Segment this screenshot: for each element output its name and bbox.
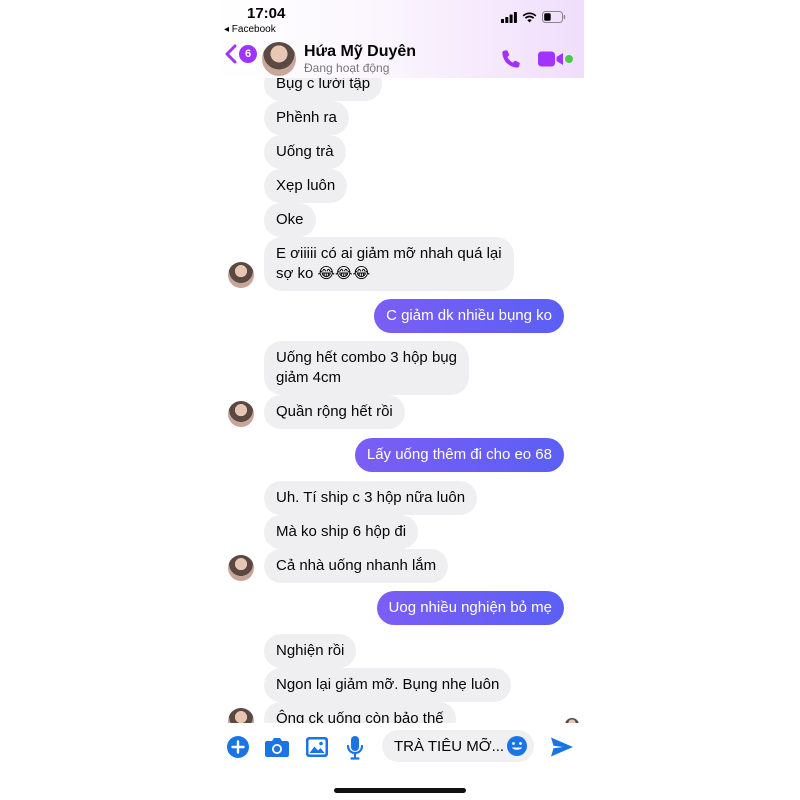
messenger-screen: Bụg c lười tập Phềnh ra Uống trà Xẹp luô… bbox=[216, 0, 584, 800]
back-button[interactable]: 6 bbox=[224, 44, 257, 64]
message-bubble-incoming[interactable]: Xẹp luôn bbox=[264, 169, 348, 203]
photo-gallery-icon[interactable] bbox=[305, 735, 329, 759]
message-bubble-outgoing[interactable]: Lấy uống thêm đi cho eo 68 bbox=[354, 438, 564, 472]
message-input-value: TRÀ TIÊU MỠ... bbox=[394, 737, 505, 755]
sender-avatar[interactable] bbox=[228, 262, 254, 288]
contact-status: Đang hoạt động bbox=[304, 61, 390, 75]
message-bubble-outgoing[interactable]: Uog nhiều nghiện bỏ mẹ bbox=[376, 591, 564, 625]
chat-header: 17:04 ◂ Facebook 6 Hứa Mỹ Duyên Đang hoạ… bbox=[216, 0, 584, 78]
battery-icon bbox=[542, 11, 566, 23]
message-bubble-incoming[interactable]: Mà ko ship 6 hộp đi bbox=[264, 515, 419, 549]
sender-avatar[interactable] bbox=[228, 401, 254, 427]
message-bubble-outgoing[interactable]: C giảm dk nhiều bụng ko bbox=[374, 299, 564, 333]
message-bubble-incoming[interactable]: E ơiiiii có ai giảm mỡ nhah quá lại sợ k… bbox=[264, 237, 514, 291]
phone-call-icon[interactable] bbox=[500, 48, 522, 70]
status-icons bbox=[501, 11, 566, 23]
microphone-icon[interactable] bbox=[346, 735, 364, 761]
message-bubble-incoming[interactable]: Uống trà bbox=[264, 135, 346, 169]
message-bubble-incoming[interactable]: Cả nhà uống nhanh lắm bbox=[264, 549, 449, 583]
home-indicator[interactable] bbox=[334, 788, 466, 793]
message-input[interactable]: TRÀ TIÊU MỠ... bbox=[382, 730, 534, 762]
online-status-dot bbox=[565, 55, 573, 63]
camera-icon[interactable] bbox=[264, 735, 290, 759]
back-to-facebook-link[interactable]: ◂ Facebook bbox=[224, 24, 276, 35]
message-bubble-incoming[interactable]: Phềnh ra bbox=[264, 101, 349, 135]
emoji-icon[interactable] bbox=[506, 735, 528, 757]
message-line: Uống hết combo 3 hộp bụg bbox=[276, 349, 457, 366]
send-icon[interactable] bbox=[550, 736, 574, 758]
message-line: giảm 4cm bbox=[276, 369, 342, 386]
message-bubble-incoming[interactable]: Quần rộng hết rồi bbox=[264, 395, 405, 429]
unread-count-badge: 6 bbox=[239, 45, 257, 63]
message-line: sợ ko 😂😂😂 bbox=[276, 265, 371, 282]
wifi-icon bbox=[522, 11, 537, 22]
message-bubble-incoming[interactable]: Uh. Tí ship c 3 hộp nữa luôn bbox=[264, 481, 478, 515]
status-time: 17:04 bbox=[247, 5, 286, 22]
message-bubble-incoming[interactable]: Ngon lại giảm mỡ. Bụng nhẹ luôn bbox=[264, 668, 512, 702]
message-bubble-incoming[interactable]: Uống hết combo 3 hộp bụg giảm 4cm bbox=[264, 341, 469, 395]
message-composer: TRÀ TIÊU MỠ... bbox=[216, 723, 584, 773]
signal-icon bbox=[501, 11, 517, 23]
contact-avatar[interactable] bbox=[262, 42, 296, 76]
video-call-icon[interactable] bbox=[538, 51, 564, 67]
contact-name[interactable]: Hứa Mỹ Duyên bbox=[304, 43, 416, 61]
message-line: E ơiiiii có ai giảm mỡ nhah quá lại bbox=[276, 245, 502, 262]
sender-avatar[interactable] bbox=[228, 555, 254, 581]
message-bubble-incoming[interactable]: Oke bbox=[264, 203, 316, 237]
chevron-left-icon bbox=[225, 44, 237, 64]
message-bubble-incoming[interactable]: Nghiện rồi bbox=[264, 634, 357, 668]
add-plus-icon[interactable] bbox=[226, 735, 250, 759]
